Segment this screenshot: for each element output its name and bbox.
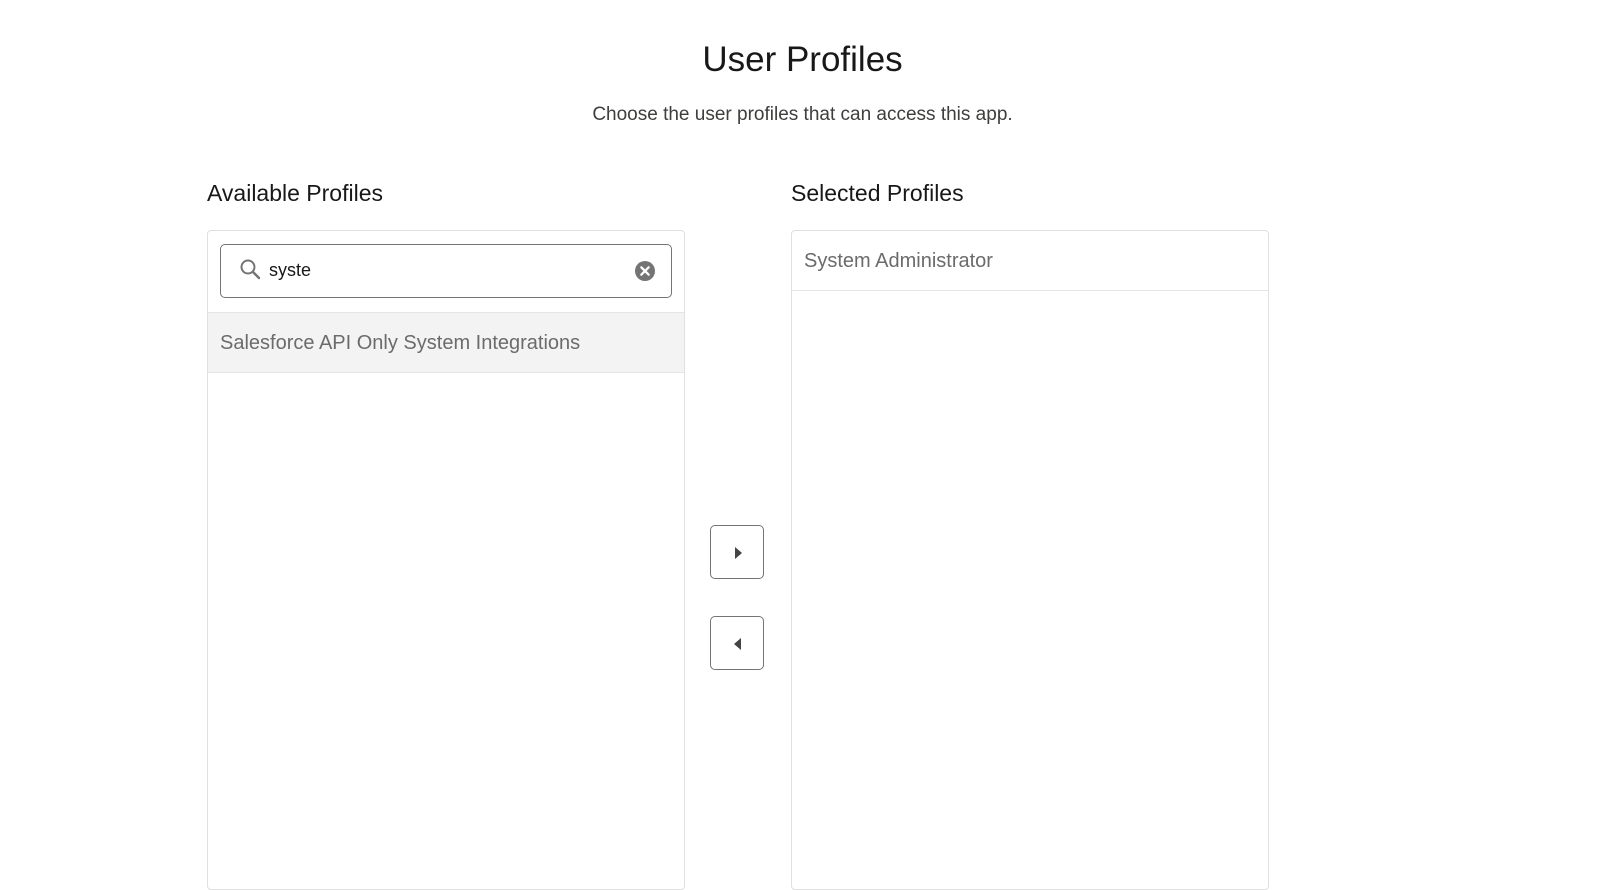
caret-right-icon [735,547,742,559]
page-subtitle: Choose the user profiles that can access… [592,104,1013,125]
search-field[interactable] [220,244,672,298]
clear-icon[interactable] [635,261,655,281]
list-item-selected-profile[interactable]: System Administrator [792,231,1268,291]
available-profiles-heading: Available Profiles [207,180,384,206]
page-title: User Profiles [702,40,903,79]
selected-profiles-heading: Selected Profiles [791,180,964,206]
list-item-available-profile[interactable]: Salesforce API Only System Integrations [208,313,684,373]
move-to-selected-button[interactable] [710,525,764,579]
selected-profiles-listbox: System Administrator [791,230,1269,890]
available-profiles-listbox: Salesforce API Only System Integrations [207,230,685,890]
search-icon [240,259,261,280]
caret-left-icon [734,638,741,650]
search-input[interactable] [269,253,609,287]
move-to-available-button[interactable] [710,616,764,670]
